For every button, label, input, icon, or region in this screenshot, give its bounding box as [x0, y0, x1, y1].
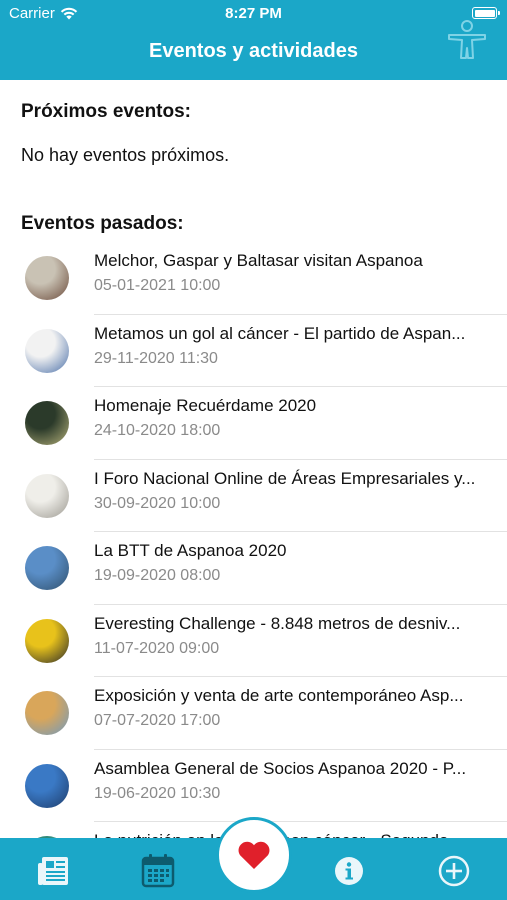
event-date: 07-07-2020 17:00 — [94, 712, 221, 729]
event-title: Metamos un gol al cáncer - El partido de… — [94, 323, 466, 343]
event-thumbnail — [25, 473, 69, 518]
event-list-item[interactable]: I Foro Nacional Online de Áreas Empresar… — [0, 460, 507, 532]
event-date: 29-11-2020 11:30 — [94, 349, 218, 367]
event-title: Exposición y venta de arte contemporáneo… — [94, 686, 464, 705]
event-title: I Foro Nacional Online de Áreas Empresar… — [94, 468, 476, 488]
event-thumbnail — [25, 328, 69, 373]
tab-info[interactable] — [329, 851, 369, 891]
no-events-text: No hay eventos próximos. — [21, 145, 230, 165]
event-list-item[interactable]: Everesting Challenge - 8.848 metros de d… — [0, 605, 507, 677]
event-list-item[interactable]: Melchor, Gaspar y Baltasar visitan Aspan… — [0, 242, 507, 315]
event-date: 24-10-2020 18:00 — [94, 422, 221, 439]
event-title: La BTT de Aspanoa 2020 — [94, 541, 287, 560]
add-circle-icon — [438, 855, 470, 887]
event-date: 19-09-2020 08:00 — [94, 567, 221, 584]
header: Carrier 8:27 PM Eventos y actividades — [0, 0, 507, 80]
calendar-icon — [141, 854, 175, 888]
event-title: Melchor, Gaspar y Baltasar visitan Aspan… — [94, 251, 423, 270]
heart-icon — [238, 841, 270, 869]
upcoming-events-heading: Próximos eventos: — [21, 101, 191, 122]
event-list-item[interactable]: La BTT de Aspanoa 2020 19-09-2020 08:00 — [0, 532, 507, 605]
past-events-heading: Eventos pasados: — [21, 213, 184, 234]
event-thumbnail — [25, 546, 69, 590]
event-list-item[interactable]: Homenaje Recuérdame 2020 24-10-2020 18:00 — [0, 387, 507, 460]
event-thumbnail — [25, 691, 69, 735]
event-date: 11-07-2020 09:00 — [94, 639, 220, 657]
event-date: 05-01-2021 10:00 — [94, 277, 221, 294]
event-list-item[interactable]: Metamos un gol al cáncer - El partido de… — [0, 315, 507, 387]
event-title: Asamblea General de Socios Aspanoa 2020 … — [94, 758, 467, 778]
favorites-button[interactable] — [216, 817, 292, 893]
event-thumbnail — [25, 256, 69, 300]
tab-news[interactable] — [34, 851, 74, 891]
event-list-item[interactable]: Asamblea General de Socios Aspanoa 2020 … — [0, 750, 507, 822]
past-events-list: Melchor, Gaspar y Baltasar visitan Aspan… — [0, 242, 507, 840]
status-bar: Carrier 8:27 PM — [0, 0, 507, 28]
newspaper-icon — [38, 857, 68, 885]
event-thumbnail — [25, 763, 69, 808]
event-title: Everesting Challenge - 8.848 metros de d… — [94, 613, 461, 633]
page-title: Eventos y actividades — [149, 40, 358, 62]
event-title: Homenaje Recuérdame 2020 — [94, 396, 317, 415]
event-list-item[interactable]: Exposición y venta de arte contemporáneo… — [0, 677, 507, 750]
tab-add[interactable] — [434, 851, 474, 891]
info-icon — [335, 857, 363, 885]
event-thumbnail — [25, 618, 69, 663]
tab-events[interactable] — [138, 851, 178, 891]
content-area[interactable]: Próximos eventos: No hay eventos próximo… — [0, 80, 507, 840]
child-figure-icon[interactable] — [445, 18, 489, 62]
event-date: 30-09-2020 10:00 — [94, 494, 221, 512]
status-time: 8:27 PM — [225, 5, 282, 22]
event-thumbnail — [25, 401, 69, 445]
event-date: 19-06-2020 10:30 — [94, 784, 221, 802]
